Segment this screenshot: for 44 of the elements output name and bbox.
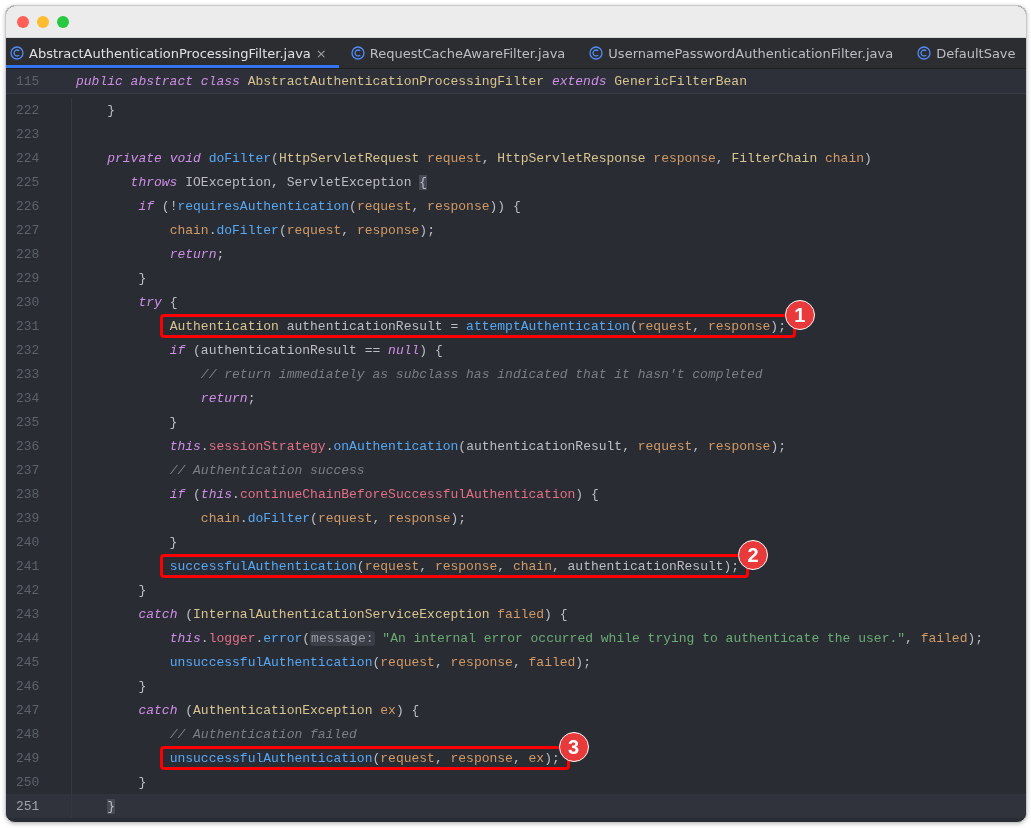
callout-badge: 1 — [784, 300, 815, 330]
class-icon — [589, 46, 604, 60]
code-line: } — [137, 270, 147, 286]
code-line: } — [106, 102, 115, 118]
code-line: return; — [168, 246, 225, 262]
code-line: throws IOException, ServletException { — [129, 174, 428, 190]
code-line: unsuccessfulAuthentication(request, response, failed); — [168, 654, 591, 670]
class-icon — [10, 46, 24, 60]
close-icon[interactable]: × — [315, 45, 327, 61]
window-control-button[interactable] — [57, 15, 69, 28]
code-line: } — [168, 414, 178, 430]
code-line: successfulAuthentication(request, response, chain, authenticationResult); — [168, 558, 740, 574]
code-line: // Authentication success — [168, 462, 365, 478]
code-line: } — [137, 774, 147, 790]
editor-tab[interactable]: UsernamePasswordAuthenticationFilter.java — [577, 38, 906, 68]
editor-tab[interactable]: DefaultSave — [905, 38, 1026, 68]
code-line: Authentication authenticationResult = attemptAuthentication(request, response); — [168, 318, 786, 334]
callout-badge: 2 — [738, 540, 769, 570]
code-line: this.logger.error(message: "An internal error occurred while trying to authenticate the user.", failed); — [168, 630, 984, 646]
window-control-button[interactable] — [37, 15, 49, 28]
code-line: } — [137, 582, 147, 598]
code-line: this.sessionStrategy.onAuthentication(authenticationResult, request, response); — [168, 438, 786, 454]
code-line: try { — [137, 294, 178, 310]
class-icon — [350, 46, 365, 60]
code-line: private void doFilter(HttpServletRequest request, HttpServletResponse response, FilterChain chain) — [106, 150, 872, 166]
code-line: // Authentication failed — [168, 726, 357, 742]
code-line: catch (AuthenticationException ex) { — [137, 702, 420, 718]
code-line: chain.doFilter(request, response); — [168, 222, 435, 238]
code-line: } — [168, 534, 178, 550]
code-line: } — [137, 678, 147, 694]
code-line: if (this.continueChainBeforeSuccessfulAuthentication) { — [168, 486, 599, 502]
callout-badge: 3 — [558, 732, 589, 762]
code-line: unsuccessfulAuthentication(request, response, ex); — [168, 750, 560, 766]
code-line: if (authenticationResult == null) { — [168, 342, 443, 358]
window-control-button[interactable] — [17, 15, 29, 28]
code-line: // return immediately as subclass has indicated that it hasn't completed — [199, 366, 763, 382]
code-line: chain.doFilter(request, response); — [199, 510, 467, 526]
class-icon — [917, 46, 932, 60]
code-line: if (!requiresAuthentication(request, response)) { — [137, 198, 521, 214]
line-number: 251 — [16, 798, 40, 814]
code-line: catch (InternalAuthenticationServiceException failed) { — [137, 606, 568, 622]
code-line: public abstract class AbstractAuthenticationProcessingFilter extends GenericFilterBean — [76, 73, 747, 89]
editor-tab[interactable]: RequestCacheAwareFilter.java — [338, 38, 578, 68]
code-line: return; — [199, 390, 256, 406]
